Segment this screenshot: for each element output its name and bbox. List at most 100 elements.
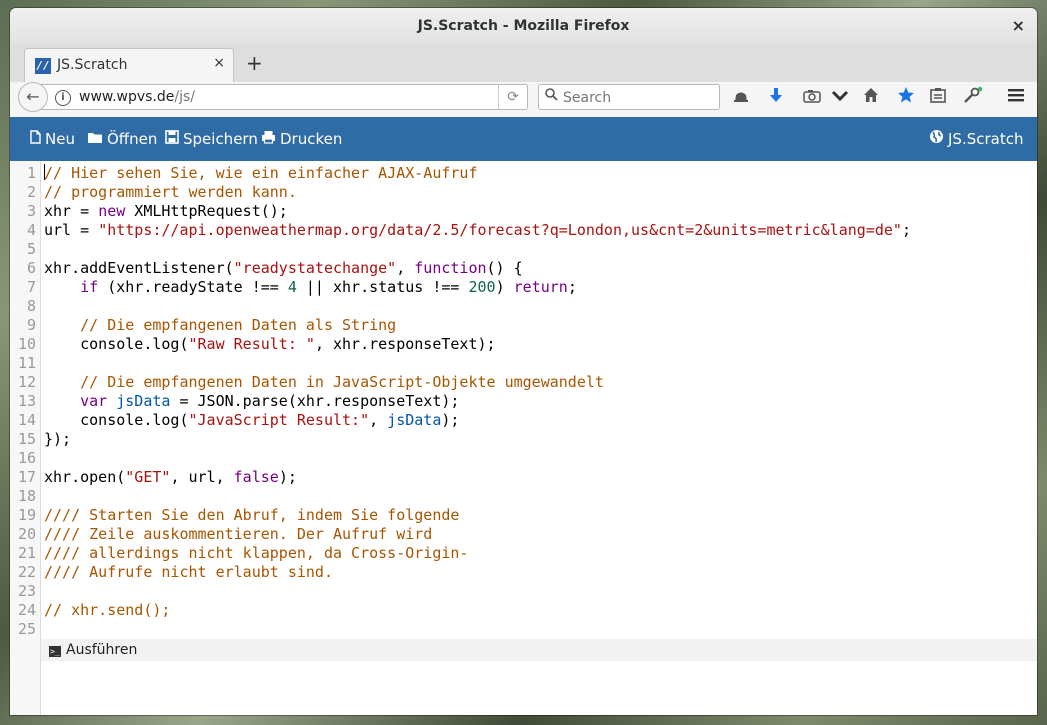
screenshot-icon[interactable]: [729, 86, 753, 110]
line-number: 25: [17, 620, 36, 638]
line-number: 21: [17, 544, 36, 562]
code-line[interactable]: // Hier sehen Sie, wie ein einfacher AJA…: [44, 164, 911, 183]
line-number: 19: [17, 506, 36, 524]
code-line[interactable]: xhr = new XMLHttpRequest();: [44, 202, 911, 221]
code-line[interactable]: if (xhr.readyState !== 4 || xhr.status !…: [44, 278, 911, 297]
code-line[interactable]: url = "https://api.openweathermap.org/da…: [44, 221, 911, 240]
site-info-icon[interactable]: i: [55, 90, 71, 106]
url-bar[interactable]: ← i www.wpvs.de/js/ ⟳: [18, 82, 528, 112]
run-button-label: Ausführen: [66, 642, 138, 658]
code-line[interactable]: [44, 582, 911, 601]
line-number: 10: [17, 335, 36, 353]
code-line[interactable]: xhr.open("GET", url, false);: [44, 468, 911, 487]
code-line[interactable]: console.log("Raw Result: ", xhr.response…: [44, 335, 911, 354]
code-line[interactable]: [44, 620, 911, 639]
run-bar: >_ Ausführen: [41, 639, 1037, 661]
camera-icon[interactable]: [800, 86, 824, 110]
code-line[interactable]: [44, 449, 911, 468]
code-line[interactable]: //// Starten Sie den Abruf, indem Sie fo…: [44, 506, 911, 525]
search-bar[interactable]: [538, 84, 720, 110]
code-line[interactable]: var jsData = JSON.parse(xhr.responseText…: [44, 392, 911, 411]
line-number: 22: [17, 563, 36, 581]
code-line[interactable]: // xhr.send();: [44, 601, 911, 620]
app-toolbar: Neu Öffnen Speichern Drucken JS.Scratch: [10, 117, 1037, 161]
line-number: 6: [26, 259, 36, 277]
home-icon[interactable]: [859, 86, 883, 110]
code-editor[interactable]: 1 2 3 4 5 6 7 8 9 10 11 12 13 14 15 16 17 18 19 20 21 22 23 24 2…: [10, 161, 1037, 715]
open-button-label: Öffnen: [107, 130, 158, 148]
tab-js-scratch[interactable]: // JS.Scratch ×: [24, 48, 234, 82]
window-title: JS.Scratch - Mozilla Firefox: [417, 18, 630, 34]
line-number: 15: [17, 430, 36, 448]
print-button-label: Drucken: [280, 130, 343, 148]
line-number: 12: [17, 373, 36, 391]
browser-window: JS.Scratch - Mozilla Firefox × // JS.Scr…: [10, 8, 1037, 715]
code-line[interactable]: // Die empfangenen Daten als String: [44, 316, 911, 335]
line-number: 20: [17, 525, 36, 543]
search-icon: [545, 88, 558, 105]
new-button[interactable]: Neu: [30, 117, 75, 161]
reload-button[interactable]: ⟳: [498, 85, 527, 109]
code-line[interactable]: xhr.addEventListener("readystatechange",…: [44, 259, 911, 278]
line-number: 2: [26, 183, 36, 201]
brand-link[interactable]: JS.Scratch: [929, 117, 1023, 161]
line-number: 16: [17, 449, 36, 467]
line-number: 5: [26, 240, 36, 258]
save-button-label: Speichern: [183, 130, 258, 148]
open-button[interactable]: Öffnen: [87, 117, 157, 161]
line-number: 3: [26, 202, 36, 220]
line-number: 13: [17, 392, 36, 410]
floppy-disk-icon: [165, 118, 179, 162]
line-number: 24: [17, 601, 36, 619]
back-button[interactable]: ←: [18, 82, 48, 112]
code-line[interactable]: [44, 354, 911, 373]
line-number: 1: [26, 164, 36, 182]
bookmark-star-icon[interactable]: [894, 86, 918, 110]
url-path: /js/: [174, 89, 196, 105]
line-number: 14: [17, 411, 36, 429]
code-line[interactable]: console.log("JavaScript Result:", jsData…: [44, 411, 911, 430]
code-line[interactable]: //// allerdings nicht klappen, da Cross-…: [44, 544, 911, 563]
line-number-gutter: 1 2 3 4 5 6 7 8 9 10 11 12 13 14 15 16 17 18 19 20 21 22 23 24 2…: [10, 161, 41, 715]
line-number: 11: [17, 354, 36, 372]
new-button-label: Neu: [45, 130, 75, 148]
run-button[interactable]: >_ Ausführen: [49, 639, 137, 661]
code-line[interactable]: [44, 297, 911, 316]
url-host: www.wpvs.de: [79, 89, 175, 105]
save-button[interactable]: Speichern: [165, 117, 258, 161]
line-number: 23: [17, 582, 36, 600]
tab-title: JS.Scratch: [57, 57, 128, 73]
line-number: 9: [26, 316, 36, 334]
folder-icon: [87, 118, 103, 162]
console-output: [41, 661, 1037, 715]
new-file-icon: [30, 118, 41, 162]
hamburger-menu-icon[interactable]: [1004, 86, 1028, 110]
search-input[interactable]: [561, 87, 715, 109]
url-text[interactable]: www.wpvs.de/js/: [79, 89, 195, 105]
printer-icon: [261, 118, 276, 162]
line-number: 4: [26, 221, 36, 239]
code-area[interactable]: // Hier sehen Sie, wie ein einfacher AJA…: [44, 164, 911, 639]
line-number: 18: [17, 487, 36, 505]
code-line[interactable]: [44, 240, 911, 259]
tab-strip: // JS.Scratch × +: [10, 44, 1037, 83]
pocket-icon[interactable]: [828, 86, 852, 110]
developer-tools-icon[interactable]: [961, 86, 985, 110]
line-number: 7: [26, 278, 36, 296]
download-icon[interactable]: [764, 86, 788, 110]
code-line[interactable]: //// Zeile auskommentieren. Der Aufruf w…: [44, 525, 911, 544]
reading-list-icon[interactable]: [926, 86, 950, 110]
code-line[interactable]: [44, 487, 911, 506]
print-button[interactable]: Drucken: [261, 117, 342, 161]
new-tab-button[interactable]: +: [246, 50, 263, 76]
code-line[interactable]: //// Aufrufe nicht erlaubt sind.: [44, 563, 911, 582]
globe-icon: [929, 118, 944, 162]
code-line[interactable]: });: [44, 430, 911, 449]
code-line[interactable]: // Die empfangenen Daten in JavaScript-O…: [44, 373, 911, 392]
window-close-icon[interactable]: ×: [1012, 8, 1025, 44]
line-number: 8: [26, 297, 36, 315]
window-titlebar: JS.Scratch - Mozilla Firefox ×: [10, 8, 1037, 44]
tab-close-icon[interactable]: ×: [213, 55, 225, 71]
terminal-icon: >_: [49, 646, 61, 657]
code-line[interactable]: // programmiert werden kann.: [44, 183, 911, 202]
